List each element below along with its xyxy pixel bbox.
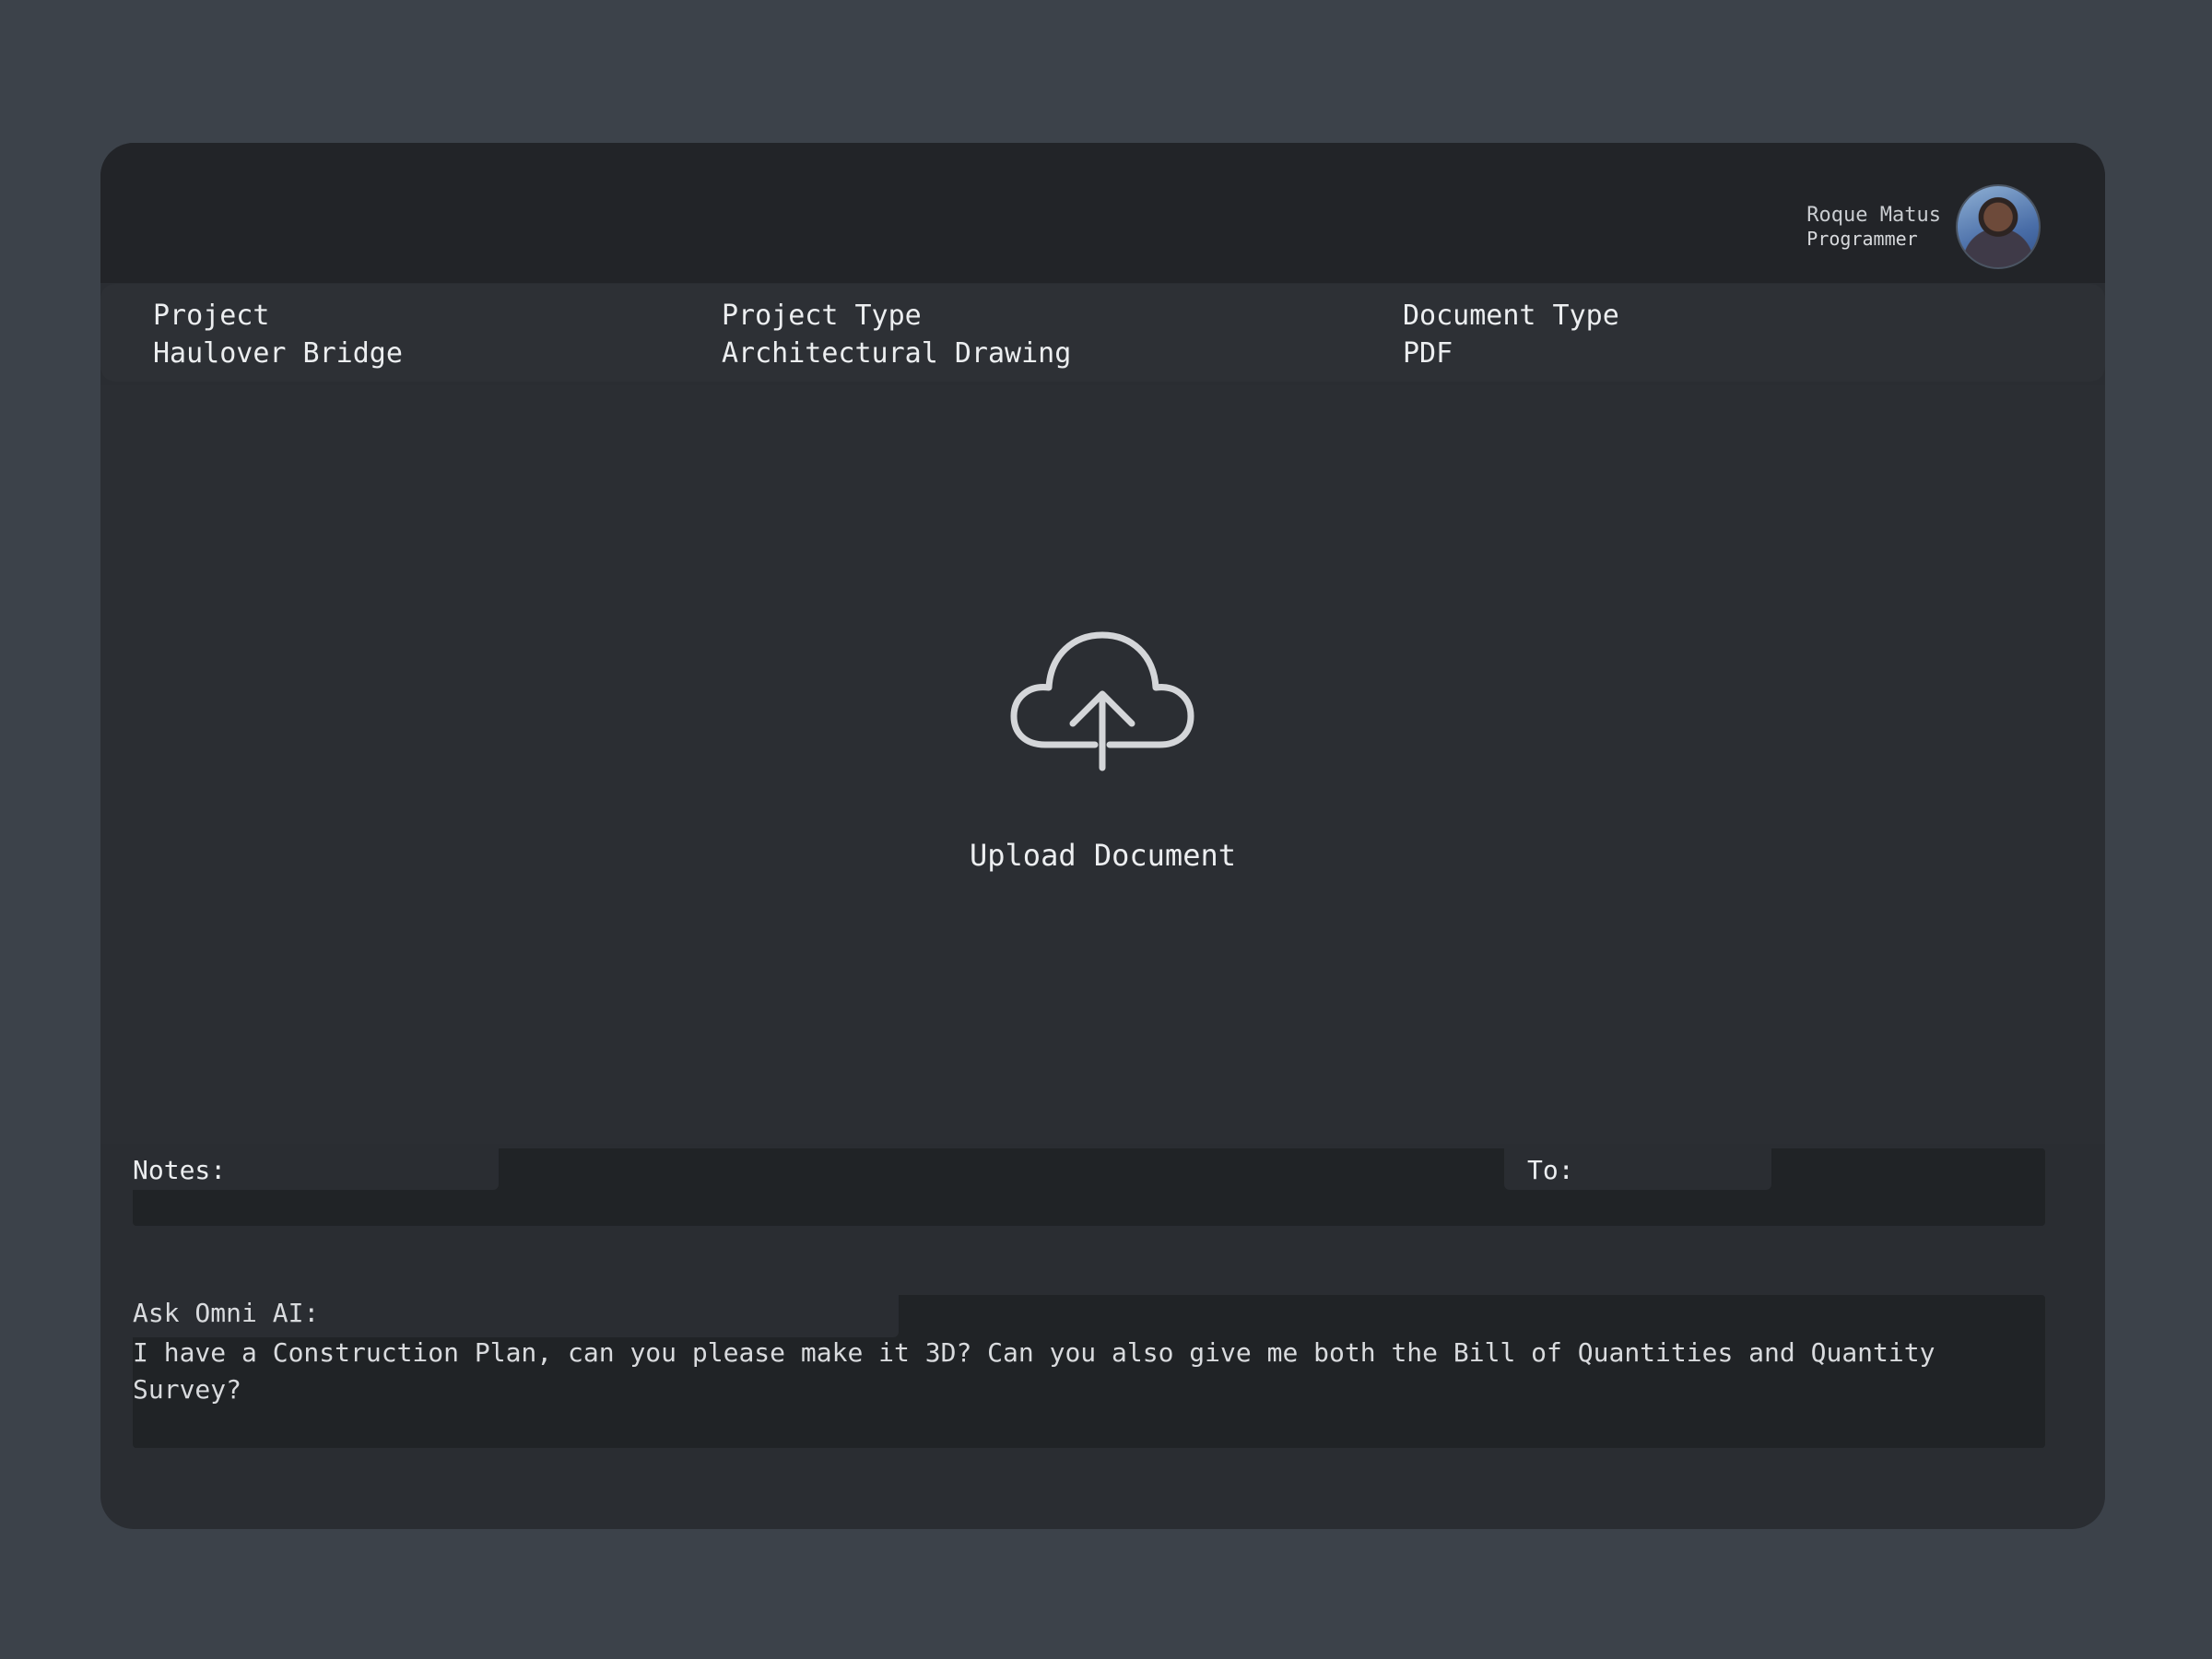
user-profile[interactable]: Roque Matus Programmer — [1806, 184, 2041, 269]
project-type-label: Project Type — [722, 300, 922, 332]
project-type-value: Architectural Drawing — [722, 337, 1072, 370]
ask-ai-input-text[interactable]: I have a Construction Plan, can you plea… — [133, 1335, 2013, 1408]
document-info-bar: Project Haulover Bridge Project Type Arc… — [100, 284, 2105, 382]
document-type-value: PDF — [1403, 337, 1453, 370]
project-field: Project Haulover Bridge — [153, 297, 403, 372]
document-type-field: Document Type PDF — [1403, 297, 1619, 372]
user-role: Programmer — [1806, 228, 1918, 251]
project-label: Project — [153, 300, 270, 332]
user-name: Roque Matus — [1806, 203, 1941, 227]
project-value: Haulover Bridge — [153, 337, 403, 370]
avatar[interactable] — [1956, 184, 2041, 269]
to-label: To: — [1527, 1155, 1574, 1185]
user-info: Roque Matus Programmer — [1806, 203, 1941, 252]
top-bar: Roque Matus Programmer — [100, 143, 2105, 283]
ask-ai-label: Ask Omni AI: — [133, 1298, 320, 1328]
upload-document-label[interactable]: Upload Document — [100, 838, 2105, 873]
app-window: Roque Matus Programmer Project Haulover … — [100, 143, 2105, 1529]
document-type-label: Document Type — [1403, 300, 1619, 332]
cloud-upload-icon[interactable] — [1010, 629, 1194, 777]
project-type-field: Project Type Architectural Drawing — [722, 297, 1071, 372]
notes-label: Notes: — [133, 1155, 227, 1185]
